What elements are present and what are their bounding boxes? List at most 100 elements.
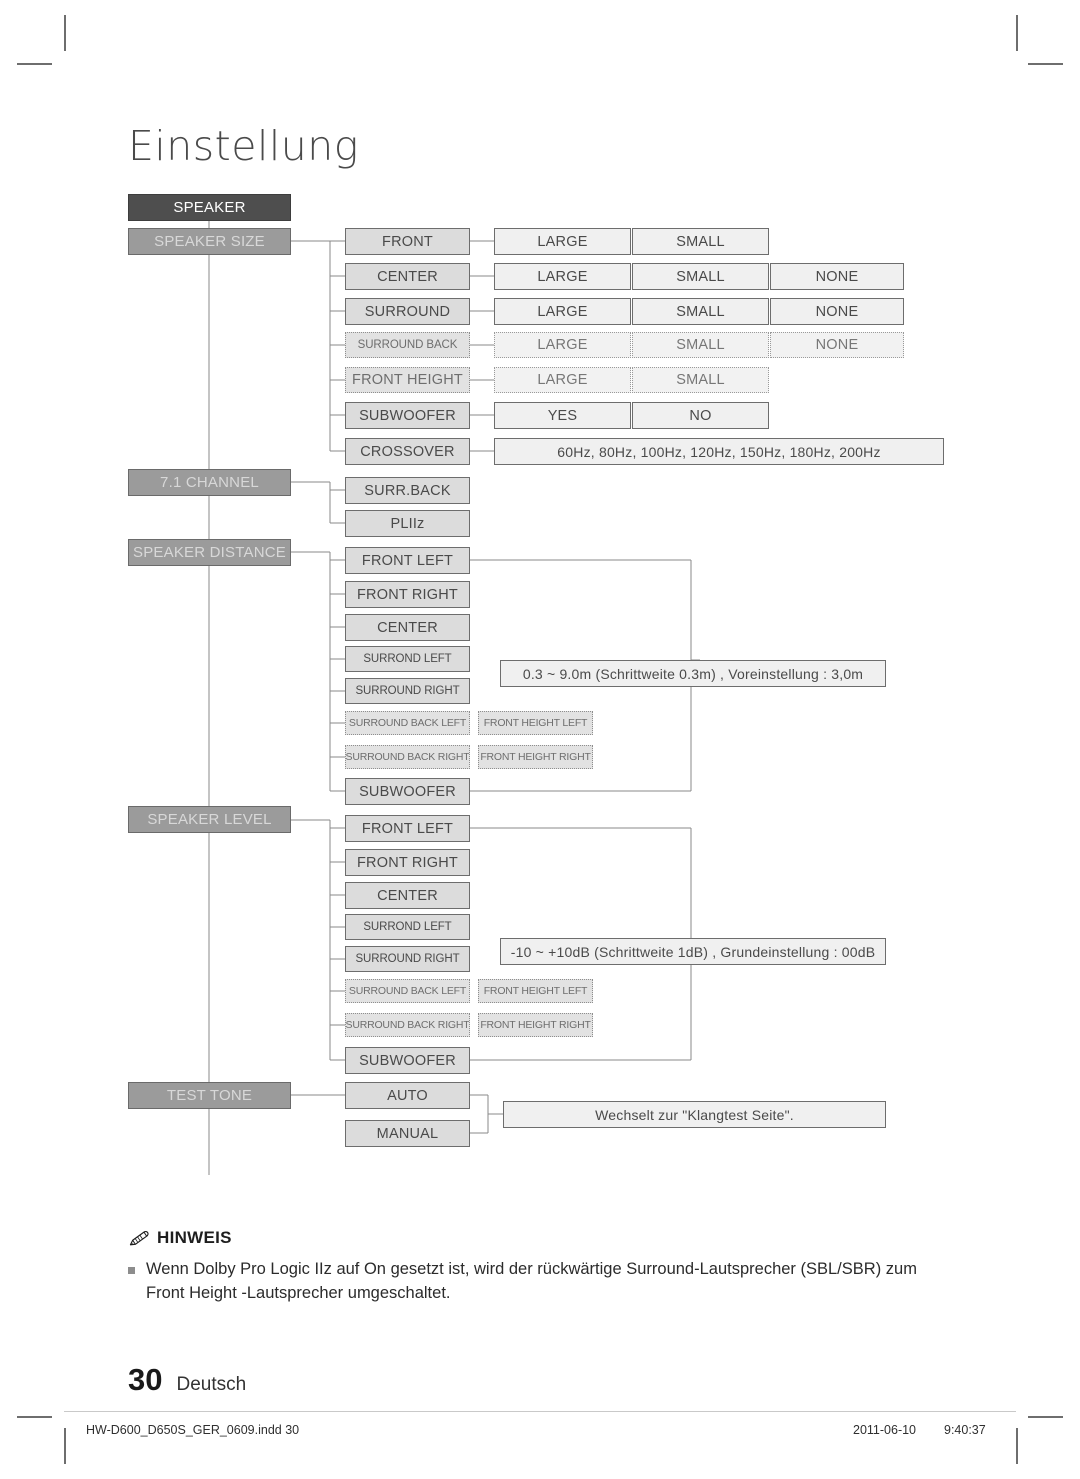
node-label: SMALL <box>676 233 725 250</box>
note-block: HINWEIS Wenn Dolby Pro Logic IIz auf On … <box>128 1228 958 1306</box>
node-size-surround-back-value-small[interactable]: SMALL <box>632 332 769 358</box>
node-distance-subwoofer[interactable]: SUBWOOFER <box>345 778 470 805</box>
node-category-speaker-size[interactable]: SPEAKER SIZE <box>128 228 291 255</box>
node-level-front-right[interactable]: FRONT RIGHT <box>345 849 470 876</box>
node-distance-front-height-right[interactable]: FRONT HEIGHT RIGHT <box>478 745 593 769</box>
node-size-surround-back-value-large[interactable]: LARGE <box>494 332 631 358</box>
node-label: SURROUND BACK LEFT <box>348 717 467 729</box>
node-label: AUTO <box>387 1087 428 1104</box>
node-level-front-height-left[interactable]: FRONT HEIGHT LEFT <box>478 979 593 1003</box>
page-footer: 30 Deutsch <box>128 1362 246 1398</box>
node-label: SPEAKER SIZE <box>154 233 265 250</box>
node-distance-front-left[interactable]: FRONT LEFT <box>345 547 470 574</box>
node-size-surround-value-none[interactable]: NONE <box>770 298 904 325</box>
node-size-front-height[interactable]: FRONT HEIGHT <box>345 367 470 393</box>
node-level-surround-left[interactable]: SURROND LEFT <box>345 914 470 940</box>
node-size-center[interactable]: CENTER <box>345 263 470 290</box>
imprint-date: 2011-06-10 <box>853 1423 917 1437</box>
node-distance-surround-right[interactable]: SURROUND RIGHT <box>345 678 470 704</box>
node-label: SURROND LEFT <box>363 921 452 933</box>
node-label: FRONT HEIGHT LEFT <box>483 985 588 997</box>
node-size-subwoofer-value-no[interactable]: NO <box>632 402 769 429</box>
node-label: FRONT HEIGHT <box>352 372 463 388</box>
imprint-filename: HW-D600_D650S_GER_0609.indd 30 <box>86 1423 300 1437</box>
node-label: SURROUND BACK <box>357 339 458 351</box>
node-label: SURR.BACK <box>364 482 451 499</box>
node-size-center-value-large[interactable]: LARGE <box>494 263 631 290</box>
note-item-text: Wenn Dolby Pro Logic IIz auf On gesetzt … <box>146 1260 917 1302</box>
node-category-7-1-channel[interactable]: 7.1 CHANNEL <box>128 469 291 496</box>
node-label: NONE <box>815 303 859 320</box>
node-test-tone-auto[interactable]: AUTO <box>345 1082 470 1109</box>
node-label: SPEAKER DISTANCE <box>133 544 286 561</box>
imprint-time: 9:40:37 <box>944 1423 986 1437</box>
node-size-surround-back[interactable]: SURROUND BACK <box>345 332 470 358</box>
node-size-surround-value-large[interactable]: LARGE <box>494 298 631 325</box>
node-label: CENTER <box>377 268 438 285</box>
node-size-subwoofer-value-yes[interactable]: YES <box>494 402 631 429</box>
node-size-crossover[interactable]: CROSSOVER <box>345 438 470 465</box>
node-distance-surround-back-left[interactable]: SURROUND BACK LEFT <box>345 711 470 735</box>
node-label: FRONT RIGHT <box>356 854 458 871</box>
footer-divider-line <box>64 1411 1016 1412</box>
node-label: SMALL <box>676 372 725 388</box>
node-label: CENTER <box>377 619 438 636</box>
node-size-subwoofer[interactable]: SUBWOOFER <box>345 402 470 429</box>
node-level-surround-right[interactable]: SURROUND RIGHT <box>345 946 470 972</box>
node-channel-surr-back[interactable]: SURR.BACK <box>345 477 470 504</box>
node-size-front-value-large[interactable]: LARGE <box>494 228 631 255</box>
node-label: SUBWOOFER <box>359 1052 456 1069</box>
node-level-range[interactable]: -10 ~ +10dB (Schrittweite 1dB) , Grundei… <box>500 938 886 965</box>
node-label: FRONT LEFT <box>361 552 454 569</box>
node-distance-surround-back-right[interactable]: SURROUND BACK RIGHT <box>345 745 470 769</box>
node-level-front-left[interactable]: FRONT LEFT <box>345 815 470 842</box>
node-distance-range[interactable]: 0.3 ~ 9.0m (Schrittweite 0.3m) , Voreins… <box>500 660 886 687</box>
node-level-surround-back-left[interactable]: SURROUND BACK LEFT <box>345 979 470 1003</box>
node-label: FRONT RIGHT <box>356 586 458 603</box>
node-distance-front-height-left[interactable]: FRONT HEIGHT LEFT <box>478 711 593 735</box>
node-level-surround-back-right[interactable]: SURROUND BACK RIGHT <box>345 1013 470 1037</box>
node-test-tone-result[interactable]: Wechselt zur "Klangtest Seite". <box>503 1101 886 1128</box>
node-test-tone-manual[interactable]: MANUAL <box>345 1120 470 1147</box>
node-size-front[interactable]: FRONT <box>345 228 470 255</box>
node-speaker-root[interactable]: SPEAKER <box>128 194 291 221</box>
node-size-front-height-value-large[interactable]: LARGE <box>494 367 631 393</box>
node-channel-pliiz[interactable]: PLIIz <box>345 510 470 537</box>
node-label: TEST TONE <box>166 1087 253 1104</box>
node-label: NO <box>689 407 712 424</box>
node-level-front-height-right[interactable]: FRONT HEIGHT RIGHT <box>478 1013 593 1037</box>
node-category-speaker-distance[interactable]: SPEAKER DISTANCE <box>128 539 291 566</box>
node-label: LARGE <box>537 303 588 320</box>
page-language: Deutsch <box>176 1374 247 1395</box>
node-label: SURROUND BACK RIGHT <box>345 751 470 763</box>
node-level-center[interactable]: CENTER <box>345 882 470 909</box>
page-number: 30 <box>128 1362 163 1397</box>
node-label: SUBWOOFER <box>359 407 456 424</box>
node-size-surround[interactable]: SURROUND <box>345 298 470 325</box>
node-size-center-value-none[interactable]: NONE <box>770 263 904 290</box>
node-label: LARGE <box>537 268 588 285</box>
pencil-icon <box>129 1230 149 1246</box>
node-size-surround-value-small[interactable]: SMALL <box>632 298 769 325</box>
node-size-crossover-values[interactable]: 60Hz, 80Hz, 100Hz, 120Hz, 150Hz, 180Hz, … <box>494 438 944 465</box>
node-label: YES <box>547 407 578 424</box>
node-label: LARGE <box>537 372 588 388</box>
node-size-front-value-small[interactable]: SMALL <box>632 228 769 255</box>
node-label: FRONT HEIGHT LEFT <box>483 717 588 729</box>
node-size-surround-back-value-none[interactable]: NONE <box>770 332 904 358</box>
node-distance-center[interactable]: CENTER <box>345 614 470 641</box>
node-level-subwoofer[interactable]: SUBWOOFER <box>345 1047 470 1074</box>
node-category-test-tone[interactable]: TEST TONE <box>128 1082 291 1109</box>
node-label: FRONT <box>382 233 433 250</box>
node-label: FRONT HEIGHT RIGHT <box>480 1019 591 1031</box>
node-label: -10 ~ +10dB (Schrittweite 1dB) , Grundei… <box>510 943 876 960</box>
node-label: SURROUND BACK RIGHT <box>345 1019 470 1031</box>
node-label: SURROUND RIGHT <box>355 953 460 965</box>
node-size-center-value-small[interactable]: SMALL <box>632 263 769 290</box>
node-distance-front-right[interactable]: FRONT RIGHT <box>345 581 470 608</box>
node-size-front-height-value-small[interactable]: SMALL <box>632 367 769 393</box>
node-distance-surround-left[interactable]: SURROND LEFT <box>345 646 470 672</box>
node-category-speaker-level[interactable]: SPEAKER LEVEL <box>128 806 291 833</box>
node-label: SPEAKER LEVEL <box>147 811 272 828</box>
node-label: 60Hz, 80Hz, 100Hz, 120Hz, 150Hz, 180Hz, … <box>557 443 881 460</box>
